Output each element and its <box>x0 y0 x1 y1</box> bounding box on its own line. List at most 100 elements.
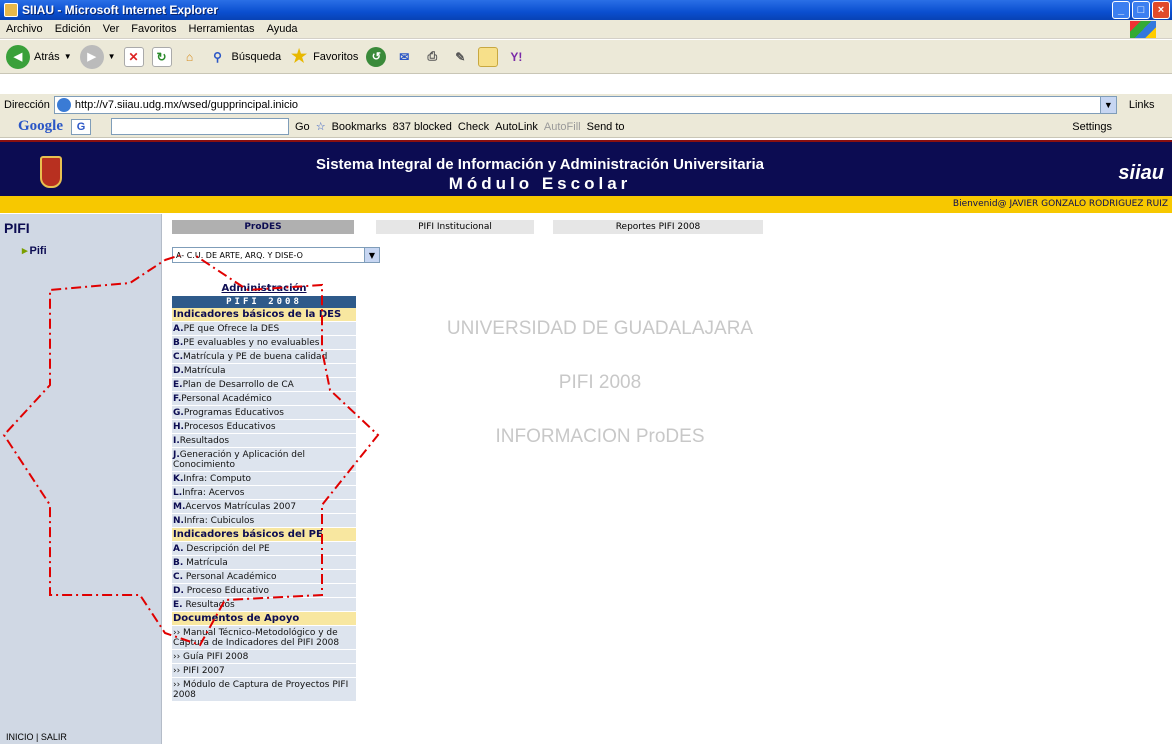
sidebar-footer-links[interactable]: INICIO | SALIR <box>6 732 67 742</box>
sidebar-item-label: Pifi <box>29 245 47 257</box>
tab-prodes[interactable]: ProDES <box>172 220 354 234</box>
menu-item[interactable]: J.Generación y Aplicación del Conocimien… <box>172 448 356 472</box>
edit-icon[interactable]: ✎ <box>450 47 470 67</box>
bullet-icon: ▸ <box>22 245 28 257</box>
menu-item-key: L. <box>173 488 183 498</box>
menu-item[interactable]: ›› PIFI 2007 <box>172 664 356 678</box>
menu-item[interactable]: C.Matrícula y PE de buena calidad <box>172 350 356 364</box>
menu-item[interactable]: B.PE evaluables y no evaluables <box>172 336 356 350</box>
windows-logo-icon <box>1130 21 1156 38</box>
siiau-logo: siiau <box>1118 162 1164 185</box>
settings-button[interactable]: Settings <box>1072 121 1112 133</box>
google-menu-button[interactable]: G <box>71 118 91 135</box>
google-search-input[interactable] <box>111 118 289 135</box>
spell-check-button[interactable]: Check <box>458 121 489 133</box>
menu-item-key: A. <box>173 544 184 554</box>
menu-item[interactable]: B. Matrícula <box>172 556 356 570</box>
menu-item[interactable]: A.PE que Ofrece la DES <box>172 322 356 336</box>
menu-item[interactable]: ›› Módulo de Captura de Proyectos PIFI 2… <box>172 678 356 702</box>
menu-item[interactable]: N.Infra: Cubiculos <box>172 514 356 528</box>
menu-item-label: Matrícula <box>183 558 228 568</box>
refresh-icon[interactable]: ↻ <box>151 46 172 67</box>
menu-ver[interactable]: Ver <box>103 23 120 35</box>
menu-item-label: Matrícula y PE de buena calidad <box>183 352 328 362</box>
chevron-down-icon[interactable]: ▼ <box>364 248 379 262</box>
administracion-link[interactable]: Administración <box>172 283 356 294</box>
section-header: Documentos de Apoyo <box>172 612 356 626</box>
popup-blocked-button[interactable]: 837 blocked <box>393 121 452 133</box>
menu-item-label: Proceso Educativo <box>183 586 269 596</box>
maximize-button[interactable]: □ <box>1132 1 1150 19</box>
send-to-button[interactable]: Send to <box>587 121 625 133</box>
menu-herramientas[interactable]: Herramientas <box>189 23 255 35</box>
menu-edicion[interactable]: Edición <box>55 23 91 35</box>
menu-item[interactable]: ›› Guía PIFI 2008 <box>172 650 356 664</box>
menu-item[interactable]: A. Descripción del PE <box>172 542 356 556</box>
window-title: SIIAU - Microsoft Internet Explorer <box>22 3 219 17</box>
autofill-button[interactable]: AutoFill <box>544 121 581 133</box>
menu-item-label: Matrícula <box>183 366 226 376</box>
google-logo[interactable]: Google <box>18 118 63 135</box>
tab-reportes-pifi[interactable]: Reportes PIFI 2008 <box>553 220 763 234</box>
links-button[interactable]: Links <box>1129 99 1155 111</box>
stop-icon[interactable]: ✕ <box>123 46 144 67</box>
menu-item-key: I. <box>173 436 180 446</box>
search-label: Búsqueda <box>231 50 282 63</box>
menu-item-key: C. <box>173 352 184 362</box>
sidebar-title: PIFI <box>4 220 30 236</box>
notes-icon[interactable] <box>478 46 499 67</box>
menu-item[interactable]: H.Procesos Educativos <box>172 420 356 434</box>
history-icon[interactable]: ↺ <box>366 46 387 67</box>
menu-item-label: ›› Manual Técnico-Metodológico y de Capt… <box>173 628 340 648</box>
address-label: Dirección <box>4 99 50 111</box>
menu-item-key: D. <box>173 586 184 596</box>
menu-favoritos[interactable]: Favoritos <box>131 23 176 35</box>
forward-arrow-icon: ▶ <box>79 44 104 69</box>
menu-item-label: Descripción del PE <box>183 544 270 554</box>
window-titlebar[interactable]: SIIAU - Microsoft Internet Explorer _ □ … <box>0 0 1172 20</box>
center-subtitle: PIFI 2008 <box>558 372 642 393</box>
menu-item[interactable]: I.Resultados <box>172 434 356 448</box>
menu-item[interactable]: L.Infra: Acervos <box>172 486 356 500</box>
menu-item[interactable]: ›› Manual Técnico-Metodológico y de Capt… <box>172 626 356 650</box>
search-button[interactable]: ⚲ Búsqueda <box>208 47 282 67</box>
menu-item-label: Personal Académico <box>181 394 272 404</box>
des-select[interactable]: A- C.U. DE ARTE, ARQ. Y DISE-O ▼ <box>172 247 380 263</box>
favorites-label: Favoritos <box>313 50 359 63</box>
menu-archivo[interactable]: Archivo <box>6 23 43 35</box>
menu-item-label: ›› PIFI 2007 <box>173 666 225 676</box>
autolink-button[interactable]: AutoLink <box>495 121 538 133</box>
menu-item-label: ›› Módulo de Captura de Proyectos PIFI 2… <box>173 680 349 700</box>
back-label: Atrás <box>34 50 60 63</box>
menu-item[interactable]: E. Resultados <box>172 598 356 612</box>
bookmarks-button[interactable]: Bookmarks <box>332 121 387 133</box>
address-url: http://v7.siiau.udg.mx/wsed/gupprincipal… <box>74 99 299 111</box>
home-icon[interactable]: ⌂ <box>180 47 200 67</box>
back-button[interactable]: ◀ Atrás ▼ <box>6 44 72 69</box>
mail-icon[interactable]: ✉ <box>394 47 414 67</box>
menu-ayuda[interactable]: Ayuda <box>267 23 298 35</box>
address-input[interactable]: http://v7.siiau.udg.mx/wsed/gupprincipal… <box>53 96 1117 114</box>
chevron-down-icon[interactable]: ▼ <box>1099 97 1116 113</box>
google-go-button[interactable]: Go <box>295 121 310 133</box>
sidebar-item-pifi[interactable]: ▸ Pifi <box>22 244 47 257</box>
tab-pifi-institucional[interactable]: PIFI Institucional <box>376 220 534 234</box>
menu-item[interactable]: M.Acervos Matrículas 2007 <box>172 500 356 514</box>
print-icon[interactable]: ⎙ <box>422 47 442 67</box>
menu-item[interactable]: D.Matrícula <box>172 364 356 378</box>
menu-item-label: Resultados <box>179 436 230 446</box>
minimize-button[interactable]: _ <box>1112 1 1130 19</box>
menu-item[interactable]: K.Infra: Computo <box>172 472 356 486</box>
menu-item[interactable]: G.Programas Educativos <box>172 406 356 420</box>
ie-app-icon <box>4 3 18 17</box>
navigation-toolbar: ◀ Atrás ▼ ▶ ▼ ✕ ↻ ⌂ ⚲ Búsqueda ★ Favorit… <box>0 40 1172 74</box>
menu-item[interactable]: C. Personal Académico <box>172 570 356 584</box>
favorites-button[interactable]: ★ Favoritos <box>289 46 359 67</box>
menu-item-label: Personal Académico <box>183 572 277 582</box>
menu-item[interactable]: D. Proceso Educativo <box>172 584 356 598</box>
menu-item[interactable]: E.Plan de Desarrollo de CA <box>172 378 356 392</box>
yahoo-icon[interactable]: Y! <box>506 47 526 67</box>
menu-item[interactable]: F.Personal Académico <box>172 392 356 406</box>
close-button[interactable]: × <box>1152 1 1170 19</box>
forward-button[interactable]: ▶ ▼ <box>79 44 116 69</box>
